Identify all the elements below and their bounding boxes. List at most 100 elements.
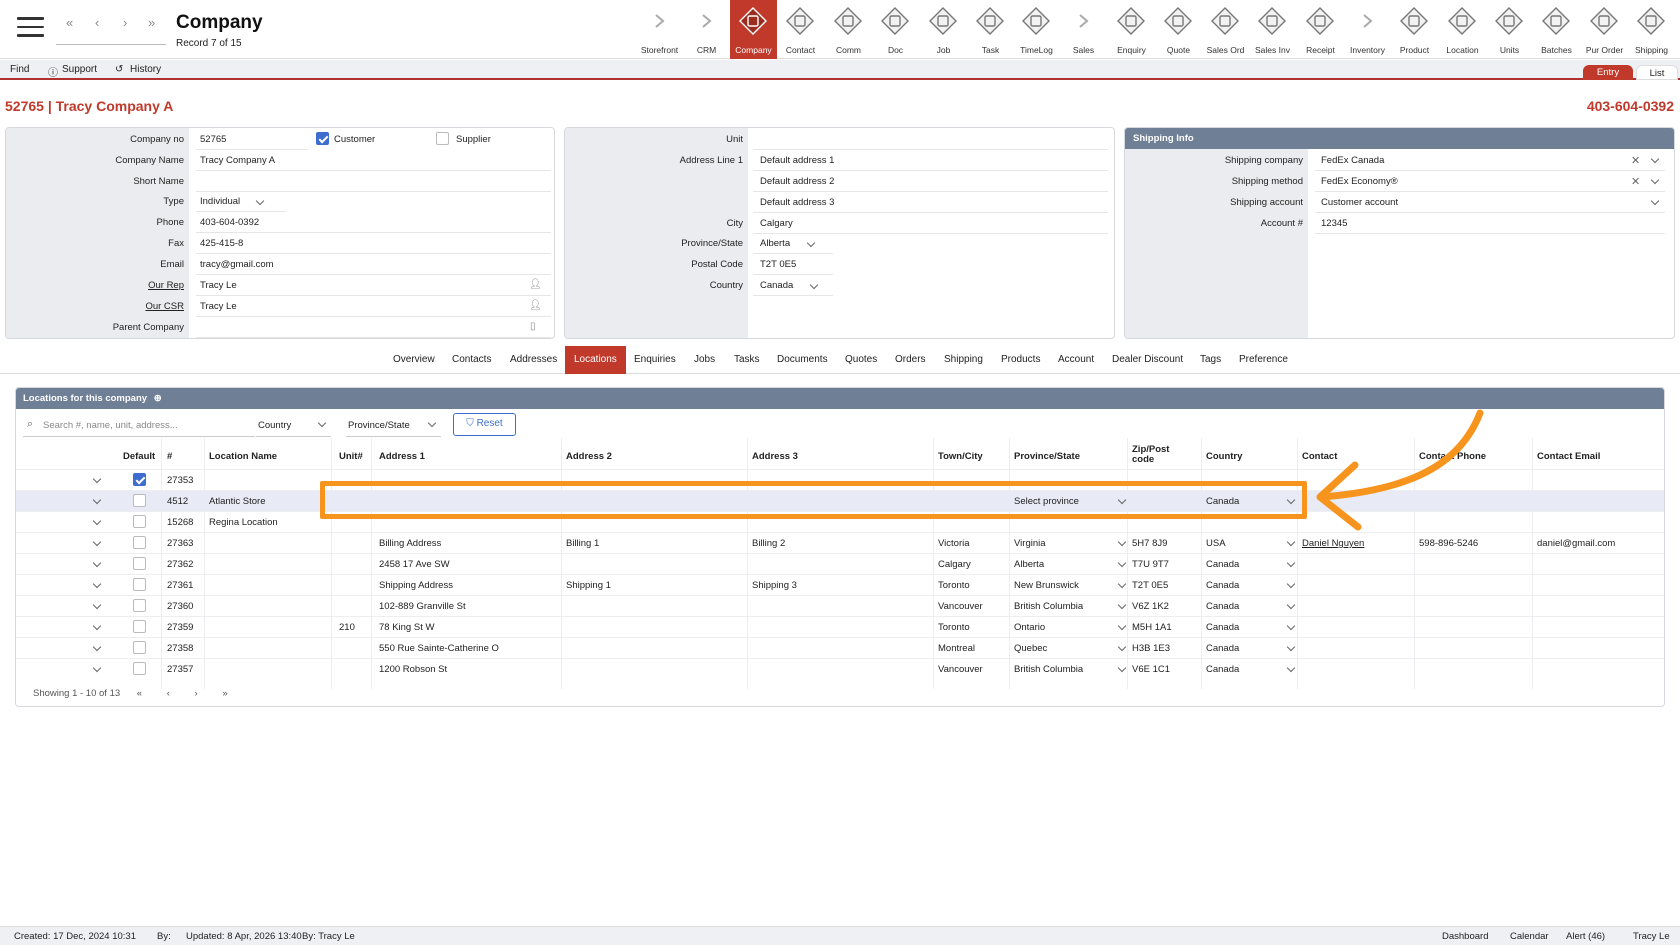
module-comm[interactable]: Comm — [825, 0, 872, 59]
field-address-line-2[interactable]: Default address 2 — [760, 176, 834, 187]
tab-account[interactable]: Account — [1058, 354, 1094, 365]
field-company-name[interactable]: Tracy Company A — [200, 155, 275, 166]
default-checkbox[interactable] — [133, 662, 146, 675]
tab-orders[interactable]: Orders — [895, 354, 926, 365]
province-filter[interactable]: Province/State — [346, 415, 441, 437]
field-province-state[interactable]: Alberta — [760, 238, 790, 249]
module-task[interactable]: Task — [967, 0, 1014, 59]
column-header-number[interactable]: # — [167, 451, 172, 462]
country-dropdown-chevron-icon[interactable] — [1286, 621, 1296, 631]
module-doc[interactable]: Doc — [872, 0, 919, 59]
table-row[interactable]: 27358 550 Rue Sainte-Catherine O Montreal Q… — [16, 637, 1664, 658]
country-dropdown-chevron-icon[interactable] — [809, 280, 819, 290]
field-phone[interactable]: 403-604-0392 — [200, 217, 259, 228]
field-fax[interactable]: 425-415-8 — [200, 238, 243, 249]
row-expand-chevron-icon[interactable] — [92, 516, 102, 526]
module-crm[interactable]: CRM — [683, 0, 730, 59]
province-dropdown-chevron-icon[interactable] — [1117, 663, 1127, 673]
row-expand-chevron-icon[interactable] — [92, 558, 102, 568]
module-enquiry[interactable]: Enquiry — [1108, 0, 1155, 59]
chevron-down-icon[interactable] — [1650, 196, 1660, 206]
hamburger-menu-icon[interactable] — [17, 17, 44, 39]
location-search-input[interactable]: ⌕ Search #, name, unit, address... — [23, 415, 255, 437]
province-dropdown-chevron-icon[interactable] — [1117, 621, 1127, 631]
tab-documents[interactable]: Documents — [777, 354, 828, 365]
table-row[interactable]: 27360 102-889 Granville St Vancouver Britis… — [16, 595, 1664, 616]
default-checkbox[interactable] — [133, 578, 146, 591]
clear-icon[interactable]: ✕ — [1631, 154, 1640, 167]
module-receipt[interactable]: Receipt — [1297, 0, 1344, 59]
next-record-icon[interactable]: › — [123, 15, 127, 30]
default-checkbox[interactable] — [133, 620, 146, 633]
column-header-town-city[interactable]: Town/City — [938, 451, 983, 462]
field-address-line-1[interactable]: Default address 1 — [760, 155, 834, 166]
module-location[interactable]: Location — [1439, 0, 1486, 59]
column-header-unit[interactable]: Unit# — [339, 451, 363, 462]
last-record-icon[interactable]: » — [148, 15, 155, 30]
module-shipping[interactable]: Shipping — [1628, 0, 1675, 59]
chevron-down-icon[interactable] — [1650, 154, 1660, 164]
module-quote[interactable]: Quote — [1155, 0, 1202, 59]
list-view-button[interactable]: List — [1636, 65, 1678, 80]
prev-record-icon[interactable]: ‹ — [95, 15, 99, 30]
history-button[interactable]: History — [130, 64, 161, 75]
column-header-province-state[interactable]: Province/State — [1014, 451, 1080, 462]
row-expand-chevron-icon[interactable] — [92, 495, 102, 505]
row-expand-chevron-icon[interactable] — [92, 663, 102, 673]
field-postal-code[interactable]: T2T 0E5 — [760, 259, 796, 270]
country-dropdown-chevron-icon[interactable] — [1286, 663, 1296, 673]
column-header-address-2[interactable]: Address 2 — [566, 451, 612, 462]
table-row[interactable]: 27363 Billing Address Billing 1 Billing 2 Vi… — [16, 532, 1664, 553]
support-icon[interactable]: ⓘ — [48, 64, 58, 79]
customer-checkbox[interactable] — [316, 132, 329, 145]
next-page-icon[interactable]: › — [195, 688, 198, 699]
default-checkbox[interactable] — [133, 515, 146, 528]
module-sales[interactable]: Sales — [1060, 0, 1107, 59]
last-page-icon[interactable]: » — [222, 688, 227, 699]
table-row[interactable]: 27357 1200 Robson St Vancouver British Colu… — [16, 658, 1664, 679]
table-row[interactable]: 27362 2458 17 Ave SW Calgary Alberta T7U 9T7… — [16, 553, 1664, 574]
column-header-address-1[interactable]: Address 1 — [379, 451, 425, 462]
module-inventory[interactable]: Inventory — [1344, 0, 1391, 59]
history-icon[interactable]: ↺ — [115, 64, 123, 75]
tab-jobs[interactable]: Jobs — [694, 354, 715, 365]
module-batches[interactable]: Batches — [1533, 0, 1580, 59]
field-label-our-csr[interactable]: Our CSR — [6, 301, 184, 312]
tab-preference[interactable]: Preference — [1239, 354, 1288, 365]
tab-tags[interactable]: Tags — [1200, 354, 1221, 365]
type-dropdown-chevron-icon[interactable] — [255, 196, 265, 206]
tab-overview[interactable]: Overview — [393, 354, 435, 365]
module-pur-order[interactable]: Pur Order — [1581, 0, 1628, 59]
field-country[interactable]: Canada — [760, 280, 793, 291]
row-expand-chevron-icon[interactable] — [92, 537, 102, 547]
country-dropdown-chevron-icon[interactable] — [1286, 600, 1296, 610]
supplier-checkbox[interactable] — [436, 132, 449, 145]
csr-person-icon[interactable]: 👤︎ — [529, 300, 542, 311]
entry-view-button[interactable]: Entry — [1583, 65, 1633, 80]
country-dropdown-chevron-icon[interactable] — [1286, 558, 1296, 568]
tab-quotes[interactable]: Quotes — [845, 354, 877, 365]
find-button[interactable]: Find — [10, 64, 29, 75]
rep-person-icon[interactable]: 👤︎ — [529, 279, 542, 290]
field-address-line-3[interactable]: Default address 3 — [760, 197, 834, 208]
tab-shipping[interactable]: Shipping — [944, 354, 983, 365]
row-expand-chevron-icon[interactable] — [92, 642, 102, 652]
default-checkbox[interactable] — [133, 536, 146, 549]
column-header-country[interactable]: Country — [1206, 451, 1242, 462]
default-checkbox[interactable] — [133, 557, 146, 570]
field-our-csr[interactable]: Tracy Le — [200, 301, 237, 312]
tab-tasks[interactable]: Tasks — [734, 354, 760, 365]
field-type[interactable]: Individual — [200, 196, 240, 207]
country-dropdown-chevron-icon[interactable] — [1286, 579, 1296, 589]
support-button[interactable]: Support — [62, 64, 97, 75]
tab-products[interactable]: Products — [1001, 354, 1040, 365]
province-dropdown-chevron-icon[interactable] — [1117, 600, 1127, 610]
country-dropdown-chevron-icon[interactable] — [1286, 642, 1296, 652]
table-row[interactable]: 27359 210 78 King St W Toronto Ontario M5H 1A… — [16, 616, 1664, 637]
field-shipping-company[interactable]: FedEx Canada — [1321, 155, 1384, 166]
column-header-location-name[interactable]: Location Name — [209, 451, 277, 462]
module-job[interactable]: Job — [920, 0, 967, 59]
dashboard-link[interactable]: Dashboard — [1442, 931, 1488, 942]
tab-dealer-discount[interactable]: Dealer Discount — [1112, 354, 1183, 365]
row-expand-chevron-icon[interactable] — [92, 600, 102, 610]
